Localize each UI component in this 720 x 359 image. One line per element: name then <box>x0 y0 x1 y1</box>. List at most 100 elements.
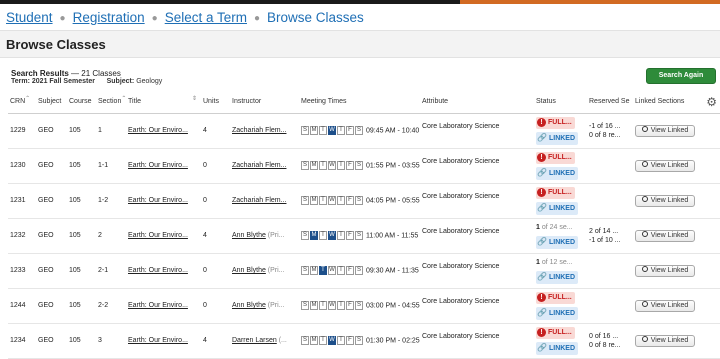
alert-icon: ! <box>537 292 546 302</box>
cell-status: ! FULL... 🔗 LINKED <box>534 148 587 184</box>
col-crn-label: CRN <box>10 98 26 106</box>
cell-status: ! FULL... 🔗 LINKED <box>534 323 587 359</box>
reserved-line-1: 0 of 16 ... <box>589 332 619 340</box>
view-linked-button[interactable]: View Linked <box>635 124 695 137</box>
instructor-link[interactable]: Darren Larsen <box>232 337 277 344</box>
cell-meeting-times: S M T W T F S 04:05 PM - 05:55 <box>299 183 420 219</box>
cell-status: 1 of 24 se... 🔗 LINKED <box>534 218 587 254</box>
view-linked-button[interactable]: View Linked <box>635 194 695 207</box>
course-title-link[interactable]: Earth: Our Enviro... <box>128 337 188 344</box>
cell-reserved <box>587 253 633 289</box>
subject-label: Subject: <box>106 78 135 85</box>
col-section-label: Section <box>98 98 122 106</box>
meeting-days[interactable]: SMTWTFS <box>301 161 363 170</box>
linked-badge[interactable]: 🔗 LINKED <box>536 131 579 145</box>
table-header-row: CRN⌃ Subject Course Section⌃ Title ⇕ Unit… <box>8 91 720 114</box>
col-linked-sections[interactable]: Linked Sections ⚙ <box>633 91 720 114</box>
col-status[interactable]: Status <box>534 91 587 114</box>
meeting-time: 11:00 AM - 11:55 <box>366 232 419 240</box>
col-crn[interactable]: CRN⌃ <box>8 91 36 114</box>
meeting-days[interactable]: SMTWTFS <box>301 126 363 135</box>
day-box: F <box>346 161 354 170</box>
day-box: F <box>346 231 354 240</box>
cell-subject: GEO <box>36 218 67 254</box>
search-again-button[interactable]: Search Again <box>646 68 716 84</box>
view-linked-button[interactable]: View Linked <box>635 229 695 242</box>
cell-attribute: Core Laboratory Science <box>420 148 534 184</box>
breadcrumb-registration[interactable]: Registration <box>73 10 145 25</box>
title-bar: Browse Classes <box>0 30 720 58</box>
cell-units: 0 <box>201 253 230 289</box>
course-title-link[interactable]: Earth: Our Enviro... <box>128 162 188 169</box>
linked-badge[interactable]: 🔗 LINKED <box>536 201 579 215</box>
cell-linked-sections: View Linked <box>633 253 720 289</box>
col-title[interactable]: Title ⇕ <box>126 91 201 114</box>
search-icon <box>641 195 648 202</box>
col-meeting-times[interactable]: Meeting Times <box>299 91 420 114</box>
day-box: M <box>310 196 318 205</box>
top-bar <box>0 0 720 4</box>
alert-icon: ! <box>537 152 546 162</box>
cell-meeting-times: S M T W T F S 01:55 PM - 03:55 <box>299 148 420 184</box>
course-title-link[interactable]: Earth: Our Enviro... <box>128 302 188 309</box>
view-linked-label: View Linked <box>650 266 689 274</box>
breadcrumb-student[interactable]: Student <box>6 10 53 25</box>
col-subject[interactable]: Subject <box>36 91 67 114</box>
col-attribute[interactable]: Attribute <box>420 91 534 114</box>
course-title-link[interactable]: Earth: Our Enviro... <box>128 232 188 239</box>
subject-value: Geology <box>136 78 163 85</box>
instructor-link[interactable]: Ann Blythe <box>232 267 266 274</box>
linked-badge[interactable]: 🔗 LINKED <box>536 270 579 284</box>
cell-title: Earth: Our Enviro... <box>126 253 201 289</box>
alert-icon: ! <box>537 187 546 197</box>
linked-text: LINKED <box>548 309 576 317</box>
col-course[interactable]: Course <box>67 91 96 114</box>
meeting-days[interactable]: SMTWTFS <box>301 301 363 310</box>
cell-attribute: Core Laboratory Science <box>420 253 534 289</box>
cell-units: 4 <box>201 113 230 149</box>
linked-badge[interactable]: 🔗 LINKED <box>536 341 579 355</box>
day-box: S <box>301 231 309 240</box>
meeting-time: 01:55 PM - 03:55 <box>366 162 420 170</box>
view-linked-button[interactable]: View Linked <box>635 299 695 312</box>
instructor-link[interactable]: Ann Blythe <box>232 302 266 309</box>
linked-text: LINKED <box>548 204 576 212</box>
cell-status: ! FULL... 🔗 LINKED <box>534 183 587 219</box>
cell-linked-sections: View Linked <box>633 183 720 219</box>
col-units[interactable]: Units <box>201 91 230 114</box>
instructor-link[interactable]: Zachariah Flem... <box>232 127 286 134</box>
col-reserved-seats[interactable]: Reserved Se <box>587 91 633 114</box>
meeting-days[interactable]: SMTWTFS <box>301 196 363 205</box>
course-title-link[interactable]: Earth: Our Enviro... <box>128 127 188 134</box>
breadcrumb-select-term[interactable]: Select a Term <box>165 10 247 25</box>
instructor-link[interactable]: Zachariah Flem... <box>232 162 286 169</box>
cell-meeting-times: S M T W T F S 03:00 PM - 04:55 <box>299 288 420 324</box>
cell-attribute: Core Laboratory Science <box>420 288 534 324</box>
results-table: CRN⌃ Subject Course Section⌃ Title ⇕ Unit… <box>8 91 720 359</box>
day-box: T <box>319 126 327 135</box>
meeting-days[interactable]: SMTWTFS <box>301 336 363 345</box>
instructor-link[interactable]: Zachariah Flem... <box>232 197 286 204</box>
meeting-days[interactable]: SMTWTFS <box>301 231 363 240</box>
table-row: 1244 GEO 105 2-2 Earth: Our Enviro... 0 Ann Bl… <box>8 288 720 324</box>
cell-linked-sections: View Linked <box>633 323 720 359</box>
col-instructor[interactable]: Instructor <box>230 91 299 114</box>
cell-course: 105 <box>67 288 96 324</box>
day-box: T <box>319 161 327 170</box>
course-title-link[interactable]: Earth: Our Enviro... <box>128 267 188 274</box>
course-title-link[interactable]: Earth: Our Enviro... <box>128 197 188 204</box>
view-linked-button[interactable]: View Linked <box>635 264 695 277</box>
linked-badge[interactable]: 🔗 LINKED <box>536 306 579 320</box>
linked-badge[interactable]: 🔗 LINKED <box>536 166 579 180</box>
col-section[interactable]: Section⌃ <box>96 91 126 114</box>
cell-reserved <box>587 148 633 184</box>
day-box: F <box>346 266 354 275</box>
meeting-days[interactable]: SMTWTFS <box>301 266 363 275</box>
linked-badge[interactable]: 🔗 LINKED <box>536 235 579 249</box>
link-icon: 🔗 <box>537 132 547 142</box>
instructor-link[interactable]: Ann Blythe <box>232 232 266 239</box>
view-linked-button[interactable]: View Linked <box>635 159 695 172</box>
gear-icon[interactable]: ⚙ <box>706 95 717 109</box>
view-linked-button[interactable]: View Linked <box>635 334 695 347</box>
view-linked-label: View Linked <box>650 126 689 134</box>
